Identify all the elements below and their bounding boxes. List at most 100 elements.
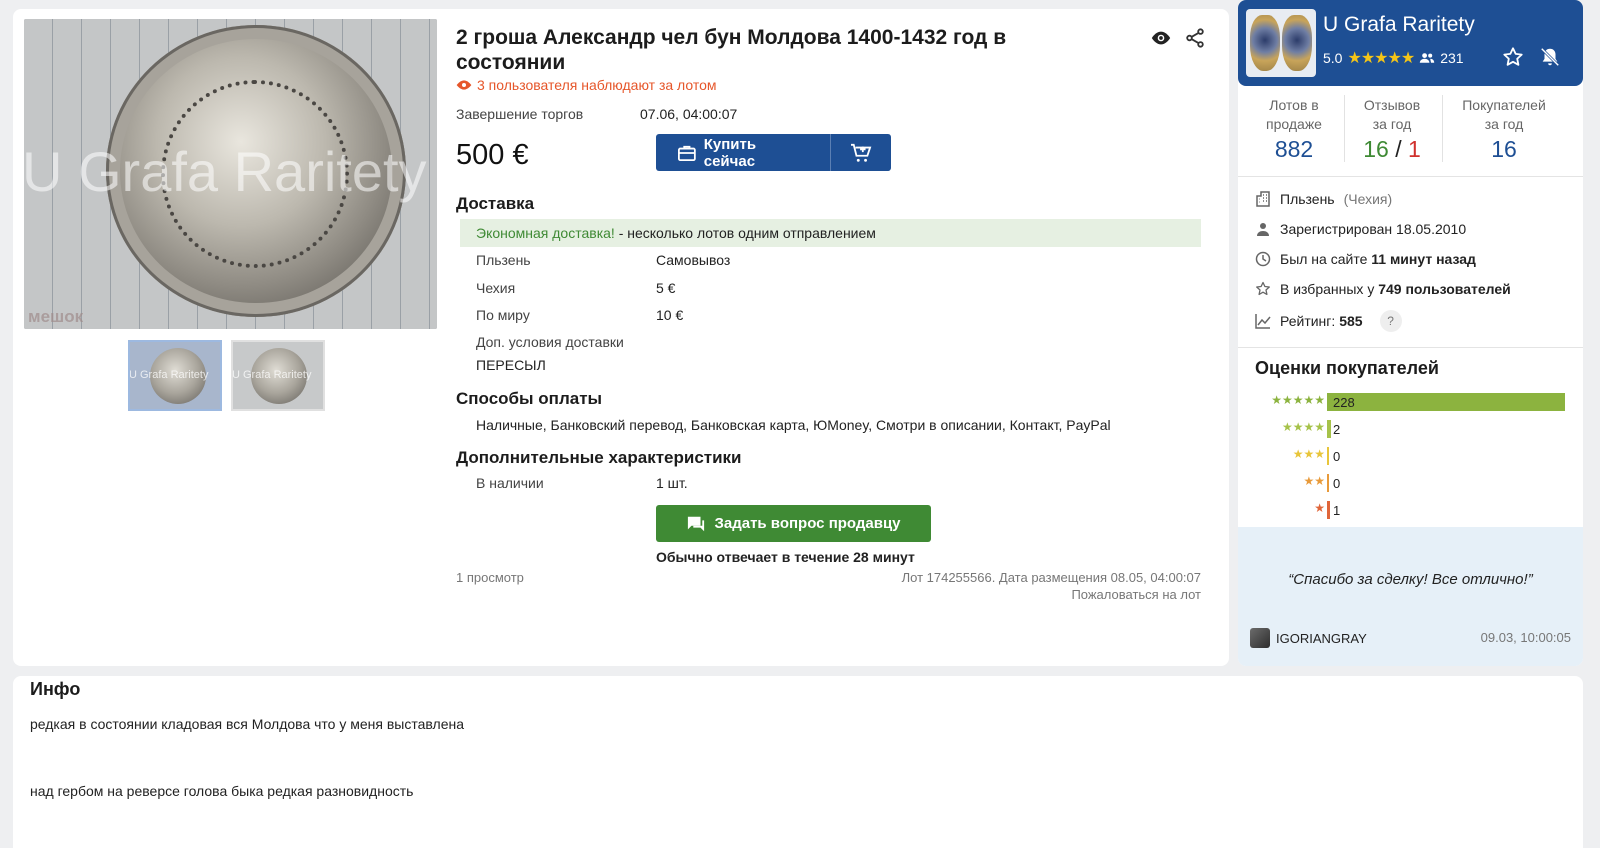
info-card: Инфо редкая в состоянии кладовая вся Мол…	[13, 676, 1583, 848]
rating-stars-label: ★★★★★	[1271, 393, 1325, 407]
negative-reviews: 1	[1407, 136, 1421, 162]
registered-text: Зарегистрирован 18.05.2010	[1280, 221, 1466, 237]
rating-bar	[1329, 501, 1331, 519]
online-text: Был на сайте 11 минут назад	[1280, 251, 1476, 267]
price: 500 €	[456, 139, 529, 171]
payment-methods: Наличные, Банковский перевод, Банковская…	[476, 417, 1111, 433]
rating-stars-label: ★	[1314, 501, 1325, 515]
thumbnail-watermark: U Grafa Raritety	[129, 369, 209, 381]
divider	[1442, 95, 1443, 162]
bell-off-icon[interactable]	[1539, 46, 1561, 73]
eye-icon	[456, 80, 472, 90]
stat-label: Покупателей	[1462, 97, 1546, 113]
online-label: Был на сайте	[1280, 251, 1372, 267]
country: (Чехия)	[1343, 191, 1393, 207]
rating-count: 0	[1333, 449, 1341, 464]
watchers-text: 3 пользователя наблюдают за лотом	[477, 77, 717, 93]
stat-value: 16	[1491, 136, 1517, 162]
buy-now-label: Купить сейчас	[703, 135, 757, 170]
registered-label: Зарегистрирован	[1280, 221, 1397, 237]
rating-axis	[1327, 474, 1329, 492]
score-text: Рейтинг: 585	[1280, 313, 1363, 329]
city: Пльзень	[1280, 191, 1335, 207]
views-count: 1 просмотр	[456, 570, 524, 585]
rating-count: 2	[1333, 422, 1341, 437]
chat-icon	[688, 516, 705, 531]
help-badge[interactable]: ?	[1379, 310, 1402, 332]
buy-group: Купить сейчас	[656, 134, 891, 171]
stat-value: 16 / 1	[1346, 134, 1438, 164]
delivery-row-value: 10 €	[656, 307, 684, 323]
rating-count: 228	[1333, 395, 1355, 410]
online-value: 11 минут назад	[1371, 251, 1476, 267]
rating-row[interactable]: ★★ 0	[1255, 474, 1565, 492]
stock-label: В наличии	[476, 475, 544, 491]
watchers-notice: 3 пользователя наблюдают за лотом	[456, 77, 717, 93]
stat-buyers[interactable]: Покупателей за год 16	[1444, 96, 1564, 164]
rating-bar	[1329, 393, 1565, 411]
lot-meta: Лот 174255566. Дата размещения 08.05, 04…	[901, 570, 1201, 585]
extra-heading: Дополнительные характеристики	[456, 448, 742, 467]
star-icon	[1256, 281, 1270, 296]
stat-label: за год	[1484, 116, 1524, 132]
add-to-cart-button[interactable]	[830, 134, 891, 171]
ask-seller-button[interactable]: Задать вопрос продавцу	[656, 505, 931, 542]
seller-avatar[interactable]	[1246, 9, 1316, 77]
delivery-extra-value: ПЕРЕСЫЛ	[476, 357, 546, 373]
photo-watermark: U Grafa Raritety	[24, 140, 427, 203]
score-value: 585	[1339, 313, 1363, 329]
delivery-row-value: 5 €	[656, 280, 676, 296]
main-photo[interactable]: U Grafa Raritety мешок	[24, 19, 437, 329]
stat-lots[interactable]: Лотов в продаже 882	[1248, 96, 1340, 164]
site-mark: мешок	[28, 307, 84, 326]
thumbnail-2[interactable]: U Grafa Raritety	[231, 340, 325, 411]
rating-row[interactable]: ★★★★★ 228	[1255, 393, 1565, 411]
building-icon	[1256, 191, 1270, 207]
star-outline-icon[interactable]	[1502, 46, 1524, 73]
divider	[1238, 176, 1583, 177]
buy-now-button[interactable]: Купить сейчас	[656, 134, 830, 171]
stat-label: Лотов в	[1269, 97, 1319, 113]
thumbnail-1[interactable]: U Grafa Raritety	[128, 340, 222, 411]
rating-count: 1	[1333, 503, 1341, 518]
delivery-row-label: Пльзень	[476, 252, 531, 268]
seller-favorites: В избранных у 749 пользователей	[1255, 281, 1511, 297]
rating-row[interactable]: ★ 1	[1255, 501, 1565, 519]
seller-score: Рейтинг: 585 ?	[1255, 310, 1402, 332]
watch-eye-icon[interactable]	[1150, 27, 1172, 49]
favorites-value: 749 пользователей	[1378, 281, 1511, 297]
rating-row[interactable]: ★★★ 0	[1255, 447, 1565, 465]
seller-registered: Зарегистрирован 18.05.2010	[1255, 221, 1466, 237]
delivery-extra-label: Доп. условия доставки	[476, 334, 624, 350]
registered-date: 18.05.2010	[1396, 221, 1467, 237]
seller-name[interactable]: U Grafa Raritety	[1323, 13, 1475, 37]
rating-stars-label: ★★★★	[1281, 420, 1325, 434]
cart-plus-icon	[851, 143, 872, 162]
stock-value: 1 шт.	[656, 475, 688, 491]
stat-reviews[interactable]: Отзывов за год 16 / 1	[1346, 96, 1438, 164]
chart-line-icon	[1255, 314, 1271, 329]
divider	[1344, 95, 1345, 162]
rating-stars: ★★★★★	[1347, 50, 1415, 67]
followers-icon	[1419, 53, 1435, 63]
delivery-row-value: Самовывоз	[656, 252, 731, 268]
stat-value: 882	[1274, 136, 1314, 162]
medal-image	[1282, 15, 1312, 71]
rating-count: 0	[1333, 476, 1341, 491]
positive-reviews: 16	[1363, 136, 1389, 162]
review-author[interactable]: IGORIANGRAY	[1250, 628, 1367, 648]
buyer-ratings-heading: Оценки покупателей	[1255, 358, 1439, 378]
stat-label: продаже	[1266, 116, 1322, 132]
info-line-2: над гербом на реверсе голова быка редкая…	[30, 783, 414, 799]
score-label: Рейтинг:	[1280, 313, 1340, 329]
seller-last-online: Был на сайте 11 минут назад	[1255, 251, 1476, 267]
briefcase-icon	[678, 145, 696, 161]
share-icon[interactable]	[1184, 27, 1206, 49]
medal-image	[1250, 15, 1280, 71]
review-text: “Спасибо за сделку! Все отлично!”	[1288, 571, 1533, 588]
seller-rating: 5.0 ★★★★★ 231	[1323, 48, 1464, 68]
complain-link[interactable]: Пожаловаться на лот	[1071, 587, 1201, 602]
reply-time-note: Обычно отвечает в течение 28 минут	[656, 549, 915, 565]
rating-row[interactable]: ★★★★ 2	[1255, 420, 1565, 438]
author-avatar	[1250, 628, 1270, 648]
